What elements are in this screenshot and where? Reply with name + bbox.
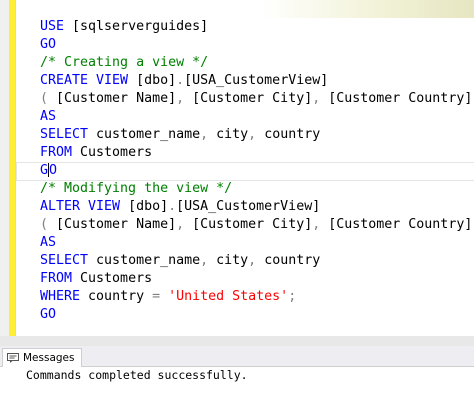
code-token: [Customer Country] — [328, 217, 473, 232]
code-token: AS — [40, 235, 57, 250]
code-line[interactable]: FROM Customers — [40, 144, 470, 162]
code-line[interactable]: ALTER VIEW [dbo].[USA_CustomerView] — [40, 198, 470, 216]
code-line[interactable]: WHERE country = 'United States'; — [40, 288, 470, 306]
editor-margin — [0, 0, 9, 336]
code-token: country — [264, 127, 321, 142]
code-token: Customers — [80, 271, 153, 286]
code-token: ( — [40, 91, 57, 106]
code-token: , — [248, 127, 265, 142]
code-token: customer_name — [96, 253, 201, 268]
code-token: 'United States' — [168, 289, 289, 304]
code-token: [USA_CustomerView] — [184, 73, 329, 88]
code-token: , — [312, 91, 329, 106]
code-token: [dbo] — [128, 199, 169, 214]
code-line[interactable]: SELECT customer_name, city, country — [40, 252, 470, 270]
code-token: CREATE VIEW — [40, 73, 137, 88]
code-token: , — [176, 91, 193, 106]
horizontal-scrollbar[interactable] — [0, 336, 474, 346]
code-token: [Customer Name] — [56, 91, 177, 106]
code-token: FROM — [40, 271, 81, 286]
code-line[interactable]: /* Modifying the view */ — [40, 180, 470, 198]
tab-messages[interactable]: Messages — [2, 348, 82, 367]
code-token: /* Modifying the view */ — [40, 181, 233, 196]
code-line[interactable]: GO — [16, 162, 474, 181]
code-token: ; — [288, 289, 297, 304]
code-token: [USA_CustomerView] — [176, 199, 321, 214]
code-line[interactable]: SELECT customer_name, city, country — [40, 126, 470, 144]
code-token: [sqlserverguides] — [72, 19, 209, 34]
code-token: ( — [40, 217, 57, 232]
code-token: AS — [40, 109, 57, 124]
code-line[interactable]: USE [sqlserverguides] — [40, 18, 470, 36]
code-token: USE — [40, 19, 73, 34]
tab-messages-label: Messages — [23, 352, 75, 364]
code-token: city — [216, 127, 249, 142]
query-editor[interactable]: USE [sqlserverguides] GO/* Creating a vie… — [0, 0, 474, 336]
code-token: , — [176, 217, 193, 232]
code-token: GO — [40, 307, 57, 322]
code-line[interactable]: /* Creating a view */ — [40, 54, 470, 72]
margin-separator — [15, 0, 16, 336]
code-token: customer_name — [96, 127, 201, 142]
code-line[interactable]: GO — [40, 306, 470, 324]
code-token: ALTER VIEW — [40, 199, 129, 214]
code-line[interactable]: CREATE VIEW [dbo].[USA_CustomerView] — [40, 72, 470, 90]
code-token: FROM — [40, 145, 81, 160]
results-tab-bar: Messages — [0, 346, 474, 367]
code-token: SELECT — [40, 253, 97, 268]
code-token: [Customer City] — [192, 217, 313, 232]
code-line[interactable]: AS — [40, 234, 470, 252]
code-token: , — [248, 253, 265, 268]
code-token: Customers — [80, 145, 153, 160]
code-token: [Customer Country] — [328, 91, 473, 106]
sql-code[interactable]: USE [sqlserverguides] GO/* Creating a vie… — [16, 18, 474, 324]
code-token: [dbo] — [136, 73, 177, 88]
code-token: [Customer Name] — [56, 217, 177, 232]
messages-pane: Commands completed successfully. — [0, 367, 474, 393]
code-line[interactable]: AS — [40, 108, 470, 126]
code-line[interactable]: FROM Customers — [40, 270, 470, 288]
code-token: = — [152, 289, 169, 304]
code-token: O — [49, 163, 58, 178]
code-token: country — [264, 253, 321, 268]
code-token: country — [88, 289, 153, 304]
result-message: Commands completed successfully. — [26, 368, 248, 382]
code-token: /* Creating a view */ — [40, 55, 209, 70]
code-token: SELECT — [40, 127, 97, 142]
editor-top-strip — [0, 0, 474, 18]
code-line[interactable]: ( [Customer Name], [Customer City], [Cus… — [40, 216, 473, 234]
code-token: WHERE — [40, 289, 89, 304]
messages-icon — [7, 353, 19, 363]
code-token: , — [200, 127, 217, 142]
code-line[interactable]: GO — [40, 36, 470, 54]
code-token: GO — [40, 37, 57, 52]
code-token: , — [200, 253, 217, 268]
code-token: city — [216, 253, 249, 268]
code-line[interactable]: ( [Customer Name], [Customer City], [Cus… — [40, 90, 473, 108]
code-token: . — [168, 199, 177, 214]
code-token: . — [176, 73, 185, 88]
code-token: , — [312, 217, 329, 232]
code-token: [Customer City] — [192, 91, 313, 106]
code-token: G — [40, 163, 49, 178]
